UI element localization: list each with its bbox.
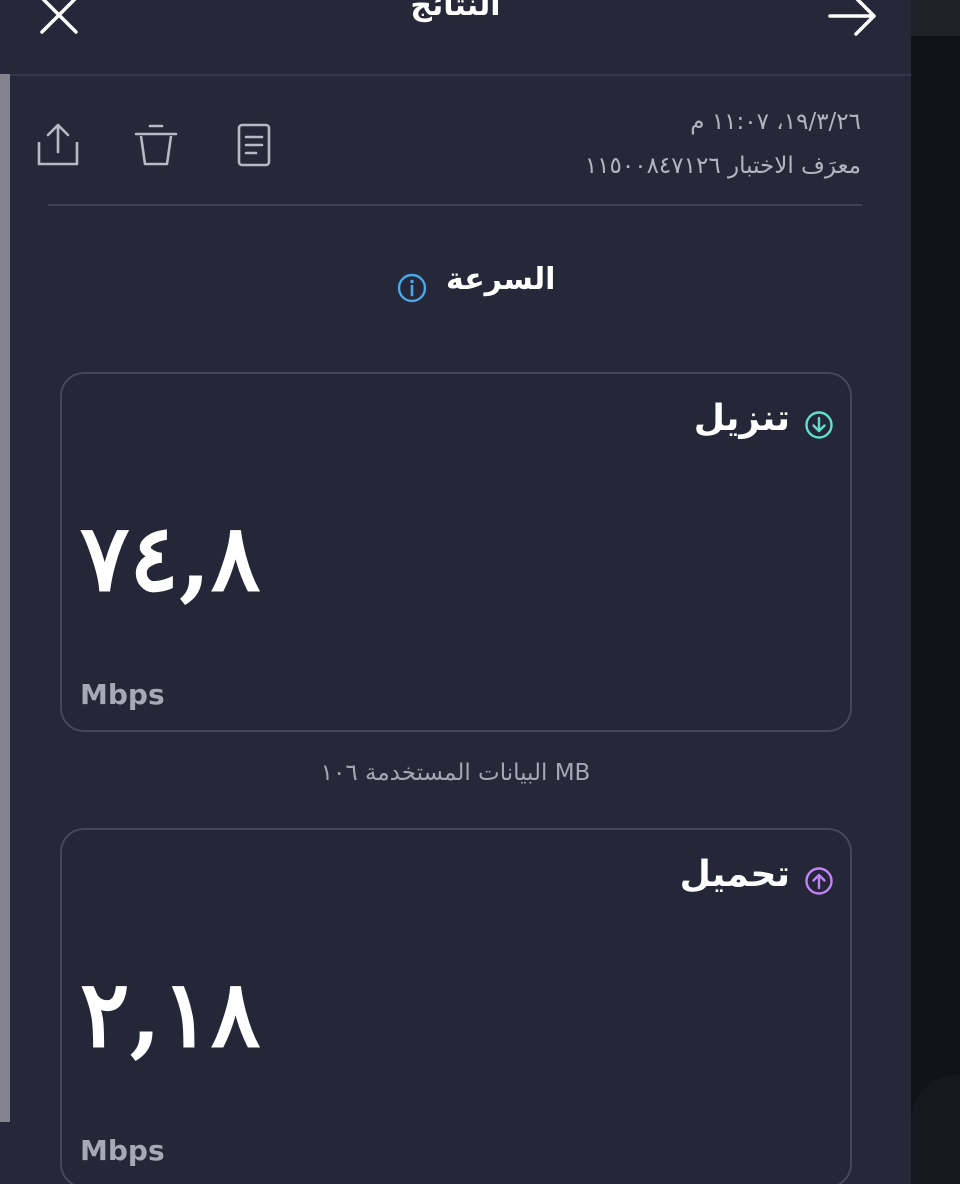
scroll-indicator bbox=[0, 74, 10, 1122]
divider bbox=[48, 204, 862, 206]
arrow-right-icon[interactable] bbox=[826, 0, 880, 40]
download-unit: Mbps bbox=[80, 678, 165, 711]
info-icon[interactable] bbox=[396, 272, 428, 304]
test-datetime: ١٩/٣/٢٦، ١١:٠٧ م bbox=[690, 109, 861, 135]
speed-label: السرعة bbox=[446, 262, 556, 297]
download-label: تنزيل bbox=[693, 398, 790, 439]
upload-unit: Mbps bbox=[80, 1134, 165, 1167]
arrow-up-circle-icon bbox=[805, 867, 833, 895]
upload-card: تحميل ٢,١٨ Mbps bbox=[60, 828, 852, 1184]
arrow-down-circle-icon bbox=[805, 411, 833, 439]
download-card: تنزيل ٧٤,٨ Mbps bbox=[60, 372, 852, 732]
page-title: النتائج bbox=[410, 0, 501, 23]
speed-section-header: السرعة bbox=[0, 262, 911, 312]
upload-label: تحميل bbox=[679, 854, 790, 895]
document-icon[interactable] bbox=[231, 122, 277, 170]
test-id: معرَف الاختبار ١١٥٠٠٨٤٧١٢٦ bbox=[584, 153, 861, 179]
header-bar: النتائج bbox=[0, 0, 911, 76]
upload-speed-value: ٢,١٨ bbox=[80, 960, 261, 1068]
results-panel: النتائج ١٩/٣/٢٦، ١١:٠٧ م معرَف الاختبار … bbox=[0, 0, 911, 1184]
trash-icon[interactable] bbox=[133, 122, 179, 170]
test-meta: ١٩/٣/٢٦، ١١:٠٧ م معرَف الاختبار ١١٥٠٠٨٤٧… bbox=[585, 100, 861, 188]
share-icon[interactable] bbox=[35, 122, 81, 170]
background-app-edge bbox=[911, 0, 960, 1184]
data-used-text: البيانات المستخدمة ١٠٦ MB bbox=[320, 760, 591, 786]
download-speed-value: ٧٤,٨ bbox=[80, 504, 261, 612]
